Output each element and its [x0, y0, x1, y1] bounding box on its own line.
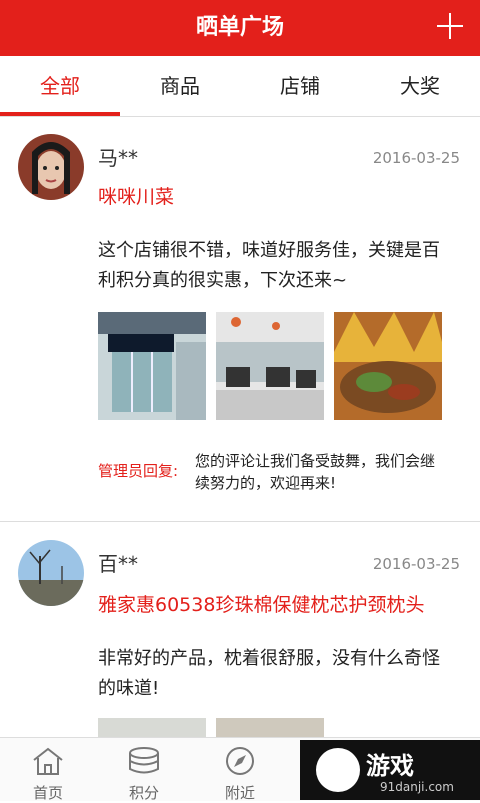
watermark-text: 游戏 — [366, 752, 414, 780]
admin-reply-label: 管理员回复: — [98, 462, 179, 480]
add-icon[interactable] — [434, 10, 466, 42]
post-content: 这个店铺很不错，味道好服务佳，关键是百利积分真的很实惠，下次还来~ — [98, 240, 440, 291]
admin-reply-text: 您的评论让我们备受鼓舞，我们会继续努力的，欢迎再来! — [195, 452, 436, 492]
post-date: 2016-03-25 — [372, 555, 460, 573]
post-item[interactable]: 马** 2016-03-25 咪咪川菜 这个店铺很不错，味道好服务佳，关键是百利… — [0, 116, 480, 521]
tab-shops[interactable]: 店铺 — [240, 56, 360, 116]
review-photo[interactable] — [98, 718, 206, 737]
review-photo[interactable] — [334, 312, 442, 420]
home-icon — [30, 746, 66, 776]
post-item[interactable]: 百** 2016-03-25 雅家惠60538珍珠棉保健枕芯护颈枕头 非常好的产… — [0, 522, 480, 737]
watermark-logo-icon — [316, 748, 360, 792]
post-date: 2016-03-25 — [372, 149, 460, 167]
review-photo[interactable] — [216, 312, 324, 420]
tab-prizes[interactable]: 大奖 — [360, 56, 480, 116]
avatar[interactable] — [18, 134, 84, 200]
nav-nearby[interactable]: 附近 — [192, 738, 288, 802]
avatar[interactable] — [18, 540, 84, 606]
shop-link[interactable]: 咪咪川菜 — [98, 182, 174, 209]
nav-home[interactable]: 首页 — [0, 738, 96, 802]
shop-link[interactable]: 雅家惠60538珍珠棉保健枕芯护颈枕头 — [98, 590, 424, 617]
tab-bar: 全部 商品 店铺 大奖 — [0, 56, 480, 117]
page-title: 晒单广场 — [195, 15, 284, 40]
watermark-site: 91danji.com — [380, 780, 454, 794]
watermark: 游戏 91danji.com — [300, 740, 480, 800]
username: 百** — [98, 552, 138, 576]
title-bar: 晒单广场 — [0, 0, 480, 56]
nav-points[interactable]: 积分 — [96, 738, 192, 802]
review-photo[interactable] — [216, 718, 324, 737]
tab-products[interactable]: 商品 — [120, 56, 240, 116]
tab-all[interactable]: 全部 — [0, 56, 120, 116]
username: 马** — [98, 146, 138, 170]
compass-icon — [222, 746, 258, 776]
coins-icon — [126, 746, 162, 776]
post-content: 非常好的产品，枕着很舒服，没有什么奇怪的味道! — [98, 648, 440, 699]
review-photo[interactable] — [98, 312, 206, 420]
